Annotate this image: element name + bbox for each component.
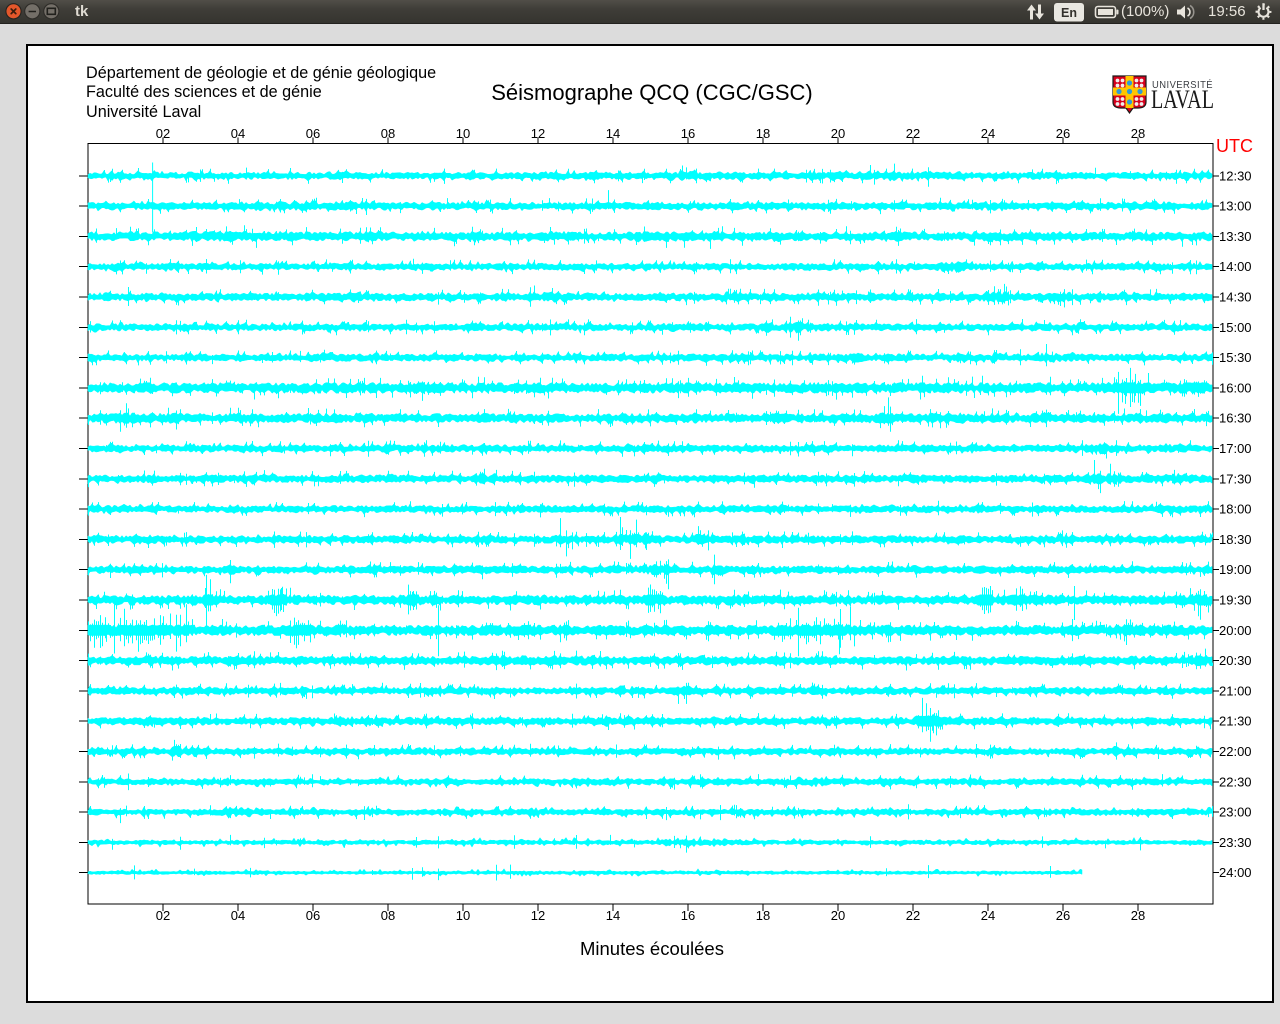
svg-text:12: 12 bbox=[531, 126, 545, 141]
svg-text:26: 26 bbox=[1056, 908, 1070, 923]
svg-text:16:30: 16:30 bbox=[1219, 411, 1252, 426]
svg-text:23:00: 23:00 bbox=[1219, 805, 1252, 820]
svg-text:13:00: 13:00 bbox=[1219, 199, 1252, 214]
svg-text:16: 16 bbox=[681, 126, 695, 141]
svg-text:02: 02 bbox=[156, 126, 170, 141]
svg-text:14:00: 14:00 bbox=[1219, 259, 1252, 274]
svg-text:10: 10 bbox=[456, 908, 470, 923]
svg-text:21:00: 21:00 bbox=[1219, 683, 1252, 698]
svg-text:10: 10 bbox=[456, 126, 470, 141]
svg-text:24: 24 bbox=[981, 126, 995, 141]
svg-text:22: 22 bbox=[906, 126, 920, 141]
svg-text:06: 06 bbox=[306, 908, 320, 923]
svg-text:04: 04 bbox=[231, 908, 245, 923]
svg-text:14: 14 bbox=[606, 126, 620, 141]
svg-text:20: 20 bbox=[831, 126, 845, 141]
svg-text:14:30: 14:30 bbox=[1219, 290, 1252, 305]
svg-text:18: 18 bbox=[756, 126, 770, 141]
svg-text:19:00: 19:00 bbox=[1219, 562, 1252, 577]
svg-text:12:30: 12:30 bbox=[1219, 168, 1252, 183]
svg-text:08: 08 bbox=[381, 126, 395, 141]
svg-text:22:00: 22:00 bbox=[1219, 744, 1252, 759]
svg-text:28: 28 bbox=[1131, 908, 1145, 923]
svg-text:20:30: 20:30 bbox=[1219, 653, 1252, 668]
svg-text:21:30: 21:30 bbox=[1219, 714, 1252, 729]
svg-text:18:30: 18:30 bbox=[1219, 532, 1252, 547]
svg-text:17:00: 17:00 bbox=[1219, 441, 1252, 456]
svg-text:08: 08 bbox=[381, 908, 395, 923]
svg-text:22: 22 bbox=[906, 908, 920, 923]
svg-text:28: 28 bbox=[1131, 126, 1145, 141]
svg-text:UTC: UTC bbox=[1216, 136, 1253, 156]
svg-text:24: 24 bbox=[981, 908, 995, 923]
svg-text:20: 20 bbox=[831, 908, 845, 923]
svg-text:06: 06 bbox=[306, 126, 320, 141]
svg-text:19:30: 19:30 bbox=[1219, 593, 1252, 608]
svg-text:18: 18 bbox=[756, 908, 770, 923]
svg-text:15:00: 15:00 bbox=[1219, 320, 1252, 335]
svg-text:20:00: 20:00 bbox=[1219, 623, 1252, 638]
svg-text:22:30: 22:30 bbox=[1219, 774, 1252, 789]
svg-text:15:30: 15:30 bbox=[1219, 350, 1252, 365]
svg-text:16:00: 16:00 bbox=[1219, 380, 1252, 395]
svg-text:23:30: 23:30 bbox=[1219, 835, 1252, 850]
svg-text:02: 02 bbox=[156, 908, 170, 923]
svg-text:24:00: 24:00 bbox=[1219, 865, 1252, 880]
svg-text:13:30: 13:30 bbox=[1219, 229, 1252, 244]
svg-text:12: 12 bbox=[531, 908, 545, 923]
svg-text:18:00: 18:00 bbox=[1219, 502, 1252, 517]
svg-text:26: 26 bbox=[1056, 126, 1070, 141]
svg-text:14: 14 bbox=[606, 908, 620, 923]
svg-text:17:30: 17:30 bbox=[1219, 471, 1252, 486]
svg-text:16: 16 bbox=[681, 908, 695, 923]
svg-text:04: 04 bbox=[231, 126, 245, 141]
